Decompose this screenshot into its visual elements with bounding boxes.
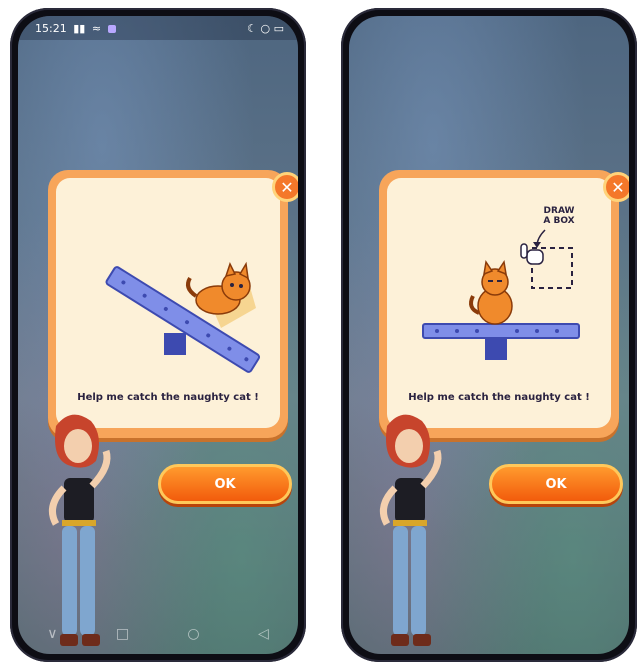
status-left: 15:21 ▮▮ ≈ [32,22,116,35]
game-screen-right: DRAW A BOX Help me catch the naughty cat… [349,16,629,654]
nav-menu-button[interactable]: □ [116,626,129,642]
phone-left: 15:21 ▮▮ ≈ ☾ ○ ▭ Help me catch the naugh… [10,8,306,662]
ok-label: OK [545,476,567,492]
side-button [10,218,12,258]
dialog-caption: Help me catch the naughty cat ! [408,392,590,403]
tutorial-dialog: Help me catch the naughty cat ! [48,170,288,438]
nav-back-button[interactable]: ◁ [258,626,269,642]
app-badge-icon [107,24,116,33]
phone-right: DRAW A BOX Help me catch the naughty cat… [341,8,637,662]
ok-button[interactable]: OK [158,464,292,504]
pivot-block [164,333,186,355]
status-bar: 15:21 ▮▮ ≈ ☾ ○ ▭ [18,16,298,40]
signal-icon: ▮▮ [73,21,86,35]
wifi-icon: ≈ [91,21,102,35]
status-time: 15:21 [35,21,67,35]
pivot-block [485,338,507,360]
guide-character [379,414,442,646]
system-nav-bar: ∨ □ ○ ◁ [18,614,298,654]
close-icon: ✕ [611,177,625,197]
dialog-panel: DRAW A BOX Help me catch the naughty cat… [387,178,611,428]
close-button[interactable]: ✕ [603,172,629,202]
game-screen-left: 15:21 ▮▮ ≈ ☾ ○ ▭ Help me catch the naugh… [18,16,298,654]
nav-down-button[interactable]: ∨ [47,626,57,642]
dialog-caption: Help me catch the naughty cat ! [77,392,259,403]
dialog-panel: Help me catch the naughty cat ! [56,178,280,428]
close-icon: ✕ [280,177,294,197]
status-right: ☾ ○ ▭ [247,21,284,35]
ok-button[interactable]: OK [489,464,623,504]
tutorial-dialog: DRAW A BOX Help me catch the naughty cat… [379,170,619,438]
nav-home-button[interactable]: ○ [187,626,199,642]
ok-label: OK [214,476,236,492]
cat-icon [469,260,513,325]
side-button [341,218,343,258]
close-button[interactable]: ✕ [272,172,298,202]
tutorial-illustration [422,229,580,360]
tutorial-illustration [105,261,261,373]
